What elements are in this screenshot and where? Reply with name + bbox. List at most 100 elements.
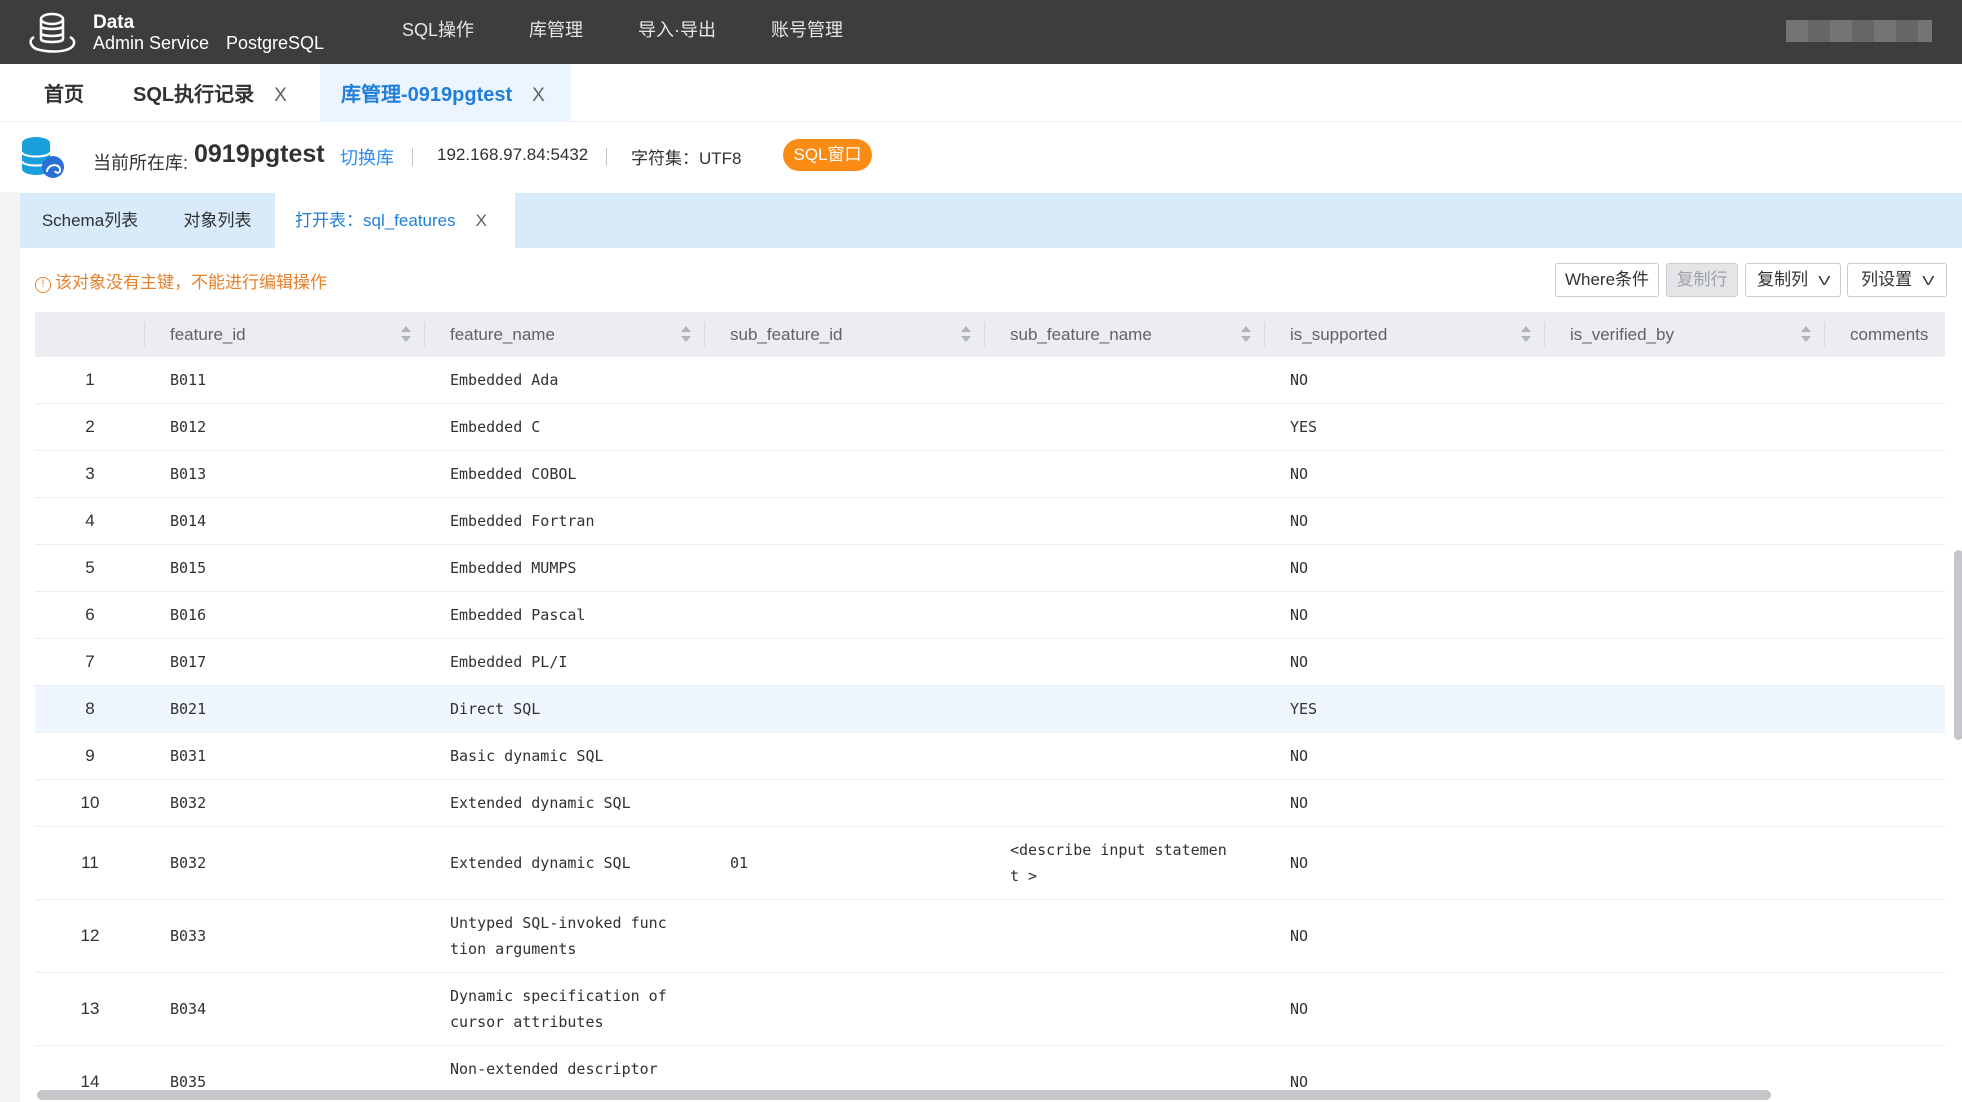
- copy-column-dropdown[interactable]: 复制列 V: [1745, 263, 1841, 297]
- divider: [412, 148, 413, 166]
- column-settings-label: 列设置: [1861, 270, 1913, 289]
- cell-sub-feature-id: [705, 733, 955, 779]
- subtab-open-table[interactable]: 打开表：sql_features X: [275, 193, 515, 248]
- cell-sub-feature-name: [985, 592, 1235, 638]
- close-icon[interactable]: X: [274, 85, 287, 106]
- table-row[interactable]: 13 B034 Dynamic specification of cursor at…: [35, 973, 1945, 1046]
- cell-feature-name: Embedded C: [450, 418, 541, 436]
- horizontal-scrollbar[interactable]: [37, 1090, 1771, 1100]
- cell-sub-feature-name: [985, 1046, 1235, 1087]
- divider: [606, 148, 607, 166]
- cell-row-number: 1: [85, 370, 95, 389]
- cell-is-supported: NO: [1290, 465, 1309, 483]
- table-body: 1 B011 Embedded Ada NO 2 B012 Embedded C YES 3 B0…: [35, 357, 1945, 1087]
- table-row[interactable]: 7 B017 Embedded PL/I NO: [35, 639, 1945, 686]
- db-info-bar: 当前所在库: 0919pgtest 切换库 192.168.97.84:5432…: [0, 122, 1962, 192]
- close-icon[interactable]: X: [532, 85, 545, 106]
- cell-is-supported: NO: [1290, 371, 1309, 389]
- table-row[interactable]: 12 B033 Untyped SQL-invoked function argum…: [35, 900, 1945, 973]
- sort-icon[interactable]: [1521, 326, 1531, 344]
- cell-feature-name: Embedded Pascal: [450, 606, 586, 624]
- cell-row-number: 8: [85, 699, 95, 718]
- cell-feature-id: B033: [170, 927, 207, 945]
- cell-row-number: 2: [85, 417, 95, 436]
- table-row[interactable]: 14 B035 Non-extended descriptor n NO: [35, 1046, 1945, 1087]
- cell-feature-id: B035: [170, 1073, 207, 1087]
- cell-sub-feature-id: [705, 780, 955, 826]
- cell-feature-id: B016: [170, 606, 207, 624]
- nav-import-export[interactable]: 导入·导出: [638, 0, 716, 64]
- table-row[interactable]: 1 B011 Embedded Ada NO: [35, 357, 1945, 404]
- sort-icon[interactable]: [1241, 326, 1251, 344]
- sort-icon[interactable]: [1801, 326, 1811, 344]
- subtab-schema-list[interactable]: Schema列表: [20, 193, 160, 248]
- table-row[interactable]: 6 B016 Embedded Pascal NO: [35, 592, 1945, 639]
- tab-label: 库管理-0919pgtest: [341, 84, 513, 106]
- nav-account-management[interactable]: 账号管理: [771, 0, 843, 64]
- table-row[interactable]: 11 B032 Extended dynamic SQL 01 <describe in…: [35, 827, 1945, 900]
- cell-is-supported: NO: [1290, 794, 1309, 812]
- cell-row-number: 12: [80, 926, 100, 945]
- table-row[interactable]: 9 B031 Basic dynamic SQL NO: [35, 733, 1945, 780]
- cell-sub-feature-name: [985, 733, 1235, 779]
- where-condition-button[interactable]: Where条件: [1555, 263, 1659, 297]
- sort-icon[interactable]: [401, 326, 411, 344]
- column-header-feature-name[interactable]: feature_name: [425, 312, 705, 357]
- tab-sql-history[interactable]: SQL执行记录 X: [133, 64, 308, 122]
- db-charset: 字符集：UTF8: [631, 149, 742, 168]
- column-header-is-verified-by[interactable]: is_verified_by: [1545, 312, 1825, 357]
- cell-feature-id: B013: [170, 465, 207, 483]
- cell-row-number: 9: [85, 746, 95, 765]
- cell-is-supported: NO: [1290, 606, 1309, 624]
- brand-title: Data: [93, 12, 135, 33]
- cell-sub-feature-id: [705, 639, 955, 685]
- cell-is-supported: NO: [1290, 512, 1309, 530]
- cell-sub-feature-id: [705, 498, 955, 544]
- close-icon[interactable]: X: [476, 211, 487, 230]
- cell-feature-name: Embedded MUMPS: [450, 559, 577, 577]
- content-panel: Schema列表 对象列表 打开表：sql_features X ! 该对象没有主键…: [20, 192, 1962, 1102]
- table-row[interactable]: 10 B032 Extended dynamic SQL NO: [35, 780, 1945, 827]
- cell-is-supported: YES: [1290, 418, 1318, 436]
- sort-icon[interactable]: [681, 326, 691, 344]
- tab-label: SQL执行记录: [133, 84, 255, 106]
- table-row[interactable]: 2 B012 Embedded C YES: [35, 404, 1945, 451]
- column-header-feature-id[interactable]: feature_id: [145, 312, 425, 357]
- user-menu[interactable]: [1786, 20, 1932, 42]
- sort-icon[interactable]: [961, 326, 971, 344]
- cell-row-number: 4: [85, 511, 95, 530]
- table-row[interactable]: 3 B013 Embedded COBOL NO: [35, 451, 1945, 498]
- cell-feature-name: Untyped SQL-invoked function arguments: [450, 914, 667, 958]
- column-header-comments[interactable]: comments: [1825, 312, 1945, 357]
- copy-row-button[interactable]: 复制行: [1666, 263, 1738, 297]
- warning-text: 该对象没有主键，不能进行编辑操作: [55, 273, 327, 292]
- nav-sql-operations[interactable]: SQL操作: [402, 0, 474, 64]
- no-primary-key-warning: ! 该对象没有主键，不能进行编辑操作: [35, 268, 327, 293]
- cell-sub-feature-id: [705, 1046, 955, 1087]
- cell-is-supported: NO: [1290, 1073, 1309, 1087]
- chevron-down-icon: V: [1922, 273, 1935, 288]
- tab-home[interactable]: 首页: [22, 64, 106, 122]
- tab-db-management[interactable]: 库管理-0919pgtest X: [320, 64, 571, 122]
- column-header-is-supported[interactable]: is_supported: [1265, 312, 1545, 357]
- cell-row-number: 6: [85, 605, 95, 624]
- cell-sub-feature-id: [705, 357, 955, 403]
- cell-row-number: 10: [80, 793, 100, 812]
- vertical-scrollbar[interactable]: [1954, 550, 1962, 740]
- column-header-sub-feature-id[interactable]: sub_feature_id: [705, 312, 985, 357]
- cell-sub-feature-name: [985, 451, 1235, 497]
- cell-is-supported: NO: [1290, 747, 1309, 765]
- table-row[interactable]: 5 B015 Embedded MUMPS NO: [35, 545, 1945, 592]
- column-settings-dropdown[interactable]: 列设置 V: [1847, 263, 1947, 297]
- sql-window-button[interactable]: SQL窗口: [783, 139, 872, 171]
- table-row[interactable]: 4 B014 Embedded Fortran NO: [35, 498, 1945, 545]
- table-row[interactable]: 8 B021 Direct SQL YES: [35, 686, 1945, 733]
- cell-sub-feature-id: [705, 900, 955, 972]
- column-header-sub-feature-name[interactable]: sub_feature_name: [985, 312, 1265, 357]
- cell-sub-feature-id: [705, 973, 955, 1045]
- subtab-object-list[interactable]: 对象列表: [160, 193, 275, 248]
- nav-db-management[interactable]: 库管理: [529, 0, 583, 64]
- cell-feature-name: Embedded Fortran: [450, 512, 595, 530]
- switch-db-link[interactable]: 切换库: [340, 144, 394, 170]
- cell-is-supported: YES: [1290, 700, 1318, 718]
